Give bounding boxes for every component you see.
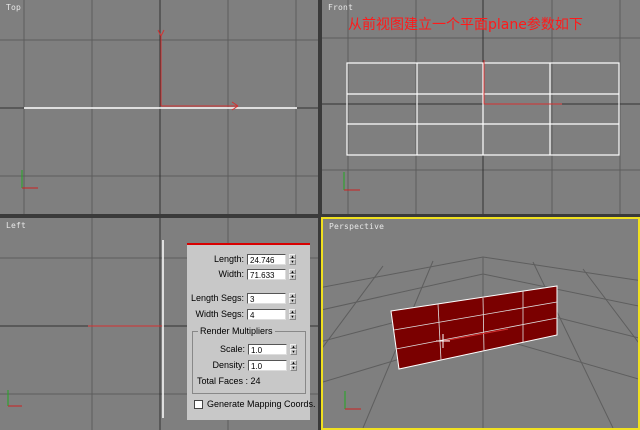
scale-label: Scale: — [219, 344, 245, 354]
total-faces-text: Total Faces : 24 — [197, 376, 261, 386]
length-segs-row: Length Segs: 3 ▲ ▼ — [187, 291, 296, 305]
length-spinner[interactable]: ▲ ▼ — [289, 253, 296, 265]
length-row: Length: 24.746 ▲ ▼ — [187, 252, 296, 266]
scale-input[interactable]: 1.0 — [248, 343, 287, 355]
viewport-label[interactable]: Perspective — [329, 222, 384, 231]
width-row: Width: 71.633 ▲ ▼ — [187, 267, 296, 281]
viewport-label[interactable]: Left — [6, 221, 26, 230]
viewport-label[interactable]: Top — [6, 3, 21, 12]
annotation-text: 从前视图建立一个平面plane参数如下 — [348, 17, 583, 33]
density-input[interactable]: 1.0 — [248, 359, 287, 371]
viewport-label[interactable]: Front — [328, 3, 353, 12]
generate-mapping-label: Generate Mapping Coords. — [207, 399, 316, 409]
length-segs-label: Length Segs: — [190, 293, 244, 303]
width-segs-spinner[interactable]: ▲ ▼ — [289, 308, 296, 320]
viewport-top[interactable]: Top — [0, 0, 318, 214]
viewport-perspective[interactable]: Perspective — [321, 217, 640, 430]
width-spinner[interactable]: ▲ ▼ — [289, 268, 296, 280]
density-label: Density: — [212, 360, 245, 370]
viewport-front[interactable]: Front 从前视图建立一个平面plane参数如下 — [322, 0, 640, 214]
width-segs-input[interactable]: 4 — [247, 308, 286, 320]
scale-spinner[interactable]: ▲ ▼ — [290, 343, 297, 355]
parameters-panel: Length: 24.746 ▲ ▼ Width: 71.633 ▲ ▼ Lengt… — [187, 243, 316, 420]
width-segs-label: Width Segs: — [195, 309, 244, 319]
top-viewport-canvas — [0, 0, 318, 214]
width-segs-row: Width Segs: 4 ▲ ▼ — [187, 307, 296, 321]
density-row: Density: 1.0 ▲ ▼ — [188, 358, 297, 372]
length-input[interactable]: 24.746 — [247, 253, 286, 265]
render-multipliers-group: Render Multipliers Scale: 1.0 ▲ ▼ Density… — [192, 326, 306, 394]
checkbox-box[interactable] — [194, 399, 203, 409]
render-multipliers-title: Render Multipliers — [198, 326, 275, 336]
width-input[interactable]: 71.633 — [247, 268, 286, 280]
density-spinner[interactable]: ▲ ▼ — [290, 359, 297, 371]
length-segs-spinner[interactable]: ▲ ▼ — [289, 292, 296, 304]
scale-row: Scale: 1.0 ▲ ▼ — [188, 342, 297, 356]
length-label: Length: — [213, 254, 244, 264]
width-label: Width: — [218, 269, 244, 279]
generate-mapping-checkbox[interactable]: Generate Mapping Coords. — [194, 399, 316, 409]
perspective-viewport-canvas — [323, 219, 638, 428]
length-segs-input[interactable]: 3 — [247, 292, 286, 304]
